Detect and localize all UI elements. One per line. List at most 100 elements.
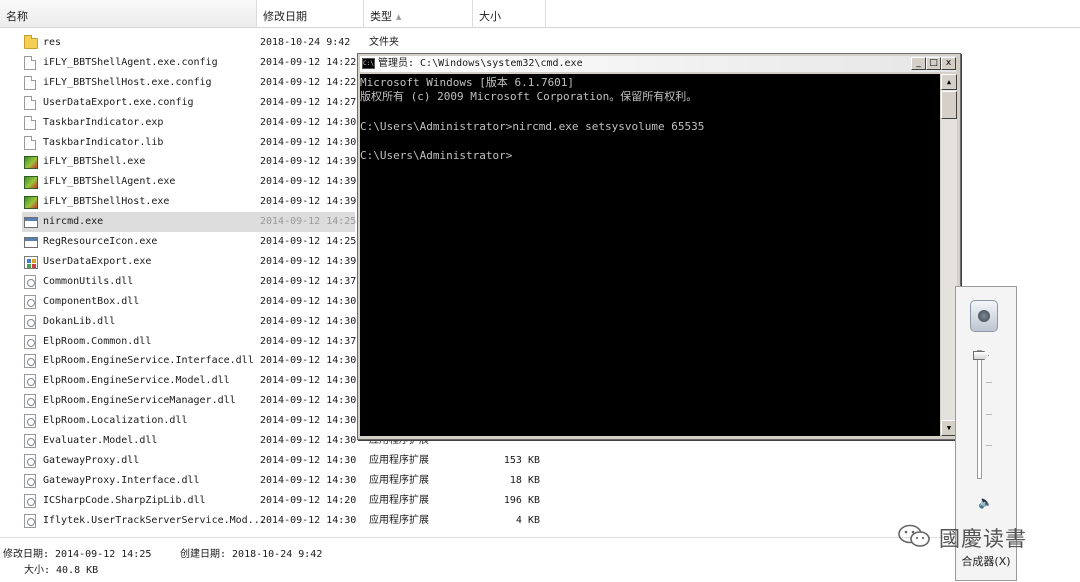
file-name: ICSharpCode.SharpZipLib.dll <box>43 494 206 506</box>
watermark-text: 國慶读書 <box>939 527 1027 551</box>
file-name: ElpRoom.EngineService.Interface.dll <box>43 355 254 367</box>
file-date: 2014-09-12 14:22 <box>260 56 357 68</box>
file-date: 2014-09-12 14:39 <box>260 196 357 208</box>
dll-icon <box>24 294 36 309</box>
slider-tick <box>986 445 992 446</box>
close-button[interactable]: x <box>941 57 956 70</box>
column-size[interactable]: 大小 <box>473 0 546 27</box>
file-name: TaskbarIndicator.exp <box>43 116 164 128</box>
file-date: 2014-09-12 14:30 <box>260 454 357 466</box>
maximize-button[interactable]: □ <box>926 57 941 70</box>
file-icon-cell <box>24 431 40 451</box>
cmd-titlebar[interactable]: 管理员: C:\Windows\system32\cmd.exe _ □ x <box>360 56 956 72</box>
file-icon-cell <box>24 332 40 352</box>
file-icon-cell <box>24 172 40 192</box>
file-date: 2014-09-12 14:27 <box>260 96 357 108</box>
column-header: 名称 修改日期 类型 ▲ 大小 <box>0 0 1080 28</box>
mixer-link[interactable]: 合成器(X) <box>956 553 1016 569</box>
details-size: 大小: 40.8 KB <box>24 565 99 576</box>
file-size: 4 KB <box>515 514 540 526</box>
file-date: 2014-09-12 14:37 <box>260 275 357 287</box>
file-icon-cell <box>24 152 40 172</box>
wechat-icon <box>898 524 930 547</box>
exe-icon <box>24 156 38 170</box>
file-icon-cell <box>24 371 40 391</box>
cmd-window[interactable]: 管理员: C:\Windows\system32\cmd.exe _ □ x M… <box>357 53 961 440</box>
slider-tick <box>986 414 992 415</box>
scroll-thumb[interactable] <box>941 91 957 119</box>
dll-icon <box>24 274 36 289</box>
volume-slider-track[interactable] <box>977 350 982 479</box>
column-size-label: 大小 <box>479 10 501 23</box>
column-date[interactable]: 修改日期 <box>257 0 364 27</box>
file-icon-cell <box>24 272 40 292</box>
file-date: 2014-09-12 14:30 <box>260 375 357 387</box>
file-date: 2014-09-12 14:25 <box>260 236 357 247</box>
file-row[interactable]: ICSharpCode.SharpZipLib.dll 2014-09-12 14… <box>22 491 1080 511</box>
file-name: ElpRoom.Localization.dll <box>43 415 188 427</box>
file-name: iFLY_BBTShellAgent.exe.config <box>43 56 218 68</box>
file-date: 2014-09-12 14:39 <box>260 255 357 267</box>
console-line: 版权所有 (c) 2009 Microsoft Corporation。保留所有… <box>360 90 698 103</box>
dll-icon <box>24 434 36 448</box>
column-type[interactable]: 类型 ▲ <box>364 0 473 27</box>
file-name: RegResourceIcon.exe <box>43 236 158 247</box>
file-row[interactable]: GatewayProxy.dll 2014-09-12 14:30 应用程序扩展 15… <box>22 451 1080 471</box>
file-name: TaskbarIndicator.lib <box>43 136 164 148</box>
console-output[interactable]: Microsoft Windows [版本 6.1.7601] 版权所有 (c)… <box>360 74 940 436</box>
file-size: 153 KB <box>503 454 540 466</box>
file-icon-cell <box>24 133 40 153</box>
console-line: Microsoft Windows [版本 6.1.7601] <box>360 76 575 89</box>
file-size: 196 KB <box>503 494 540 506</box>
file-type: 文件夹 <box>369 37 399 48</box>
file-icon-cell <box>24 451 40 471</box>
console-line: C:\Users\Administrator>nircmd.exe setsys… <box>360 120 705 133</box>
speaker-icon[interactable] <box>970 300 998 332</box>
file-name: ElpRoom.EngineServiceManager.dll <box>43 395 236 407</box>
file-icon-cell <box>24 252 40 272</box>
column-type-label: 类型 <box>370 10 392 23</box>
file-icon-cell <box>24 471 40 491</box>
dll-icon <box>24 453 36 468</box>
watermark: 國慶读書 <box>897 520 1057 552</box>
file-type: 应用程序扩展 <box>369 514 429 526</box>
file-name: res <box>43 37 62 48</box>
file-icon-cell <box>24 491 40 511</box>
file-date: 2014-09-12 14:25 <box>260 216 357 228</box>
file-date: 2014-09-12 14:30 <box>260 116 357 128</box>
column-name[interactable]: 名称 <box>0 0 257 27</box>
dll-icon <box>24 314 36 329</box>
file-date: 2014-09-12 14:39 <box>260 176 357 188</box>
reg-icon <box>24 255 38 269</box>
file-name: ComponentBox.dll <box>43 295 140 307</box>
file-icon-cell <box>24 511 40 531</box>
dll-icon <box>24 513 36 528</box>
file-icon-cell <box>24 232 40 252</box>
file-row[interactable]: res 2018-10-24 9:42 文件夹 <box>22 33 1080 53</box>
file-date: 2014-09-12 14:37 <box>260 335 357 347</box>
app-icon <box>24 217 38 229</box>
file-date: 2014-09-12 14:30 <box>260 395 357 407</box>
details-pane: 修改日期: 2014-09-12 14:25 创建日期: 2018-10-24 … <box>0 537 955 582</box>
cmd-title: 管理员: C:\Windows\system32\cmd.exe <box>378 58 583 69</box>
file-type: 应用程序扩展 <box>369 494 429 506</box>
file-icon-cell <box>24 312 40 332</box>
file-name: UserDataExport.exe <box>43 255 152 267</box>
exe-icon <box>24 196 38 210</box>
folder-icon <box>24 35 38 49</box>
file-date: 2014-09-12 14:30 <box>260 295 357 307</box>
file-icon <box>24 115 36 130</box>
file-date: 2014-09-12 14:22 <box>260 76 357 88</box>
dll-icon <box>24 374 36 389</box>
file-icon <box>24 55 36 70</box>
volume-slider-thumb[interactable] <box>973 351 989 360</box>
file-name: iFLY_BBTShellHost.exe <box>43 196 170 208</box>
scroll-up-icon[interactable]: ▲ <box>941 74 957 90</box>
minimize-button[interactable]: _ <box>911 57 926 70</box>
file-row[interactable]: GatewayProxy.Interface.dll 2014-09-12 14:… <box>22 471 1080 491</box>
volume-icon[interactable]: 🔈 <box>978 495 993 509</box>
file-name: ElpRoom.EngineService.Model.dll <box>43 375 230 387</box>
file-date: 2014-09-12 14:30 <box>260 474 357 486</box>
file-name: Iflytek.UserTrackServerService.Mod... <box>43 514 266 526</box>
file-name: Evaluater.Model.dll <box>43 435 158 446</box>
